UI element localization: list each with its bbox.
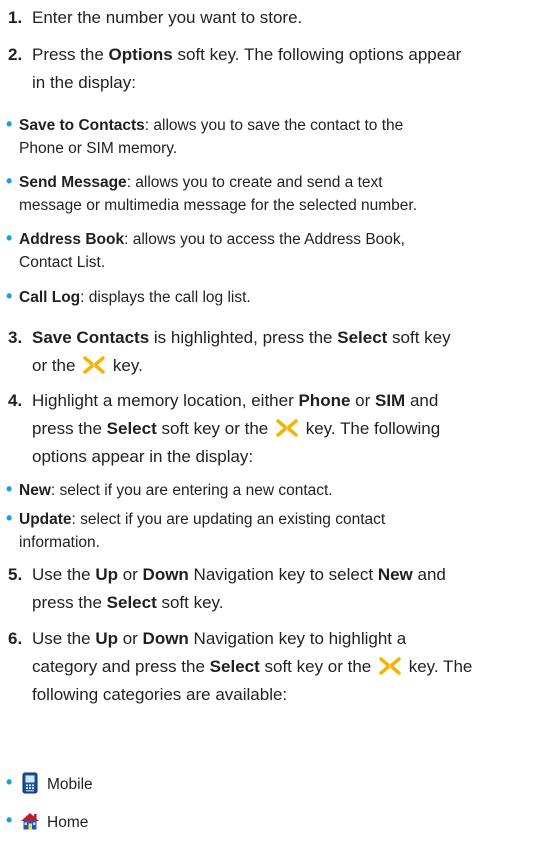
home-icon	[21, 813, 39, 830]
step-number: 4.	[8, 391, 23, 410]
step-number: 3.	[8, 328, 23, 347]
step-text: Enter the number you want to store.	[32, 8, 303, 27]
bullet-icon: •	[6, 508, 13, 528]
options-key-label: Options	[108, 45, 173, 64]
step-number: 6.	[8, 629, 23, 648]
mobile-phone-icon	[22, 772, 38, 794]
bullet-icon: •	[6, 114, 13, 134]
navigation-key-icon	[276, 419, 298, 437]
category-label: Mobile	[47, 776, 93, 793]
manual-page: 1. Enter the number you want to store. 2…	[0, 0, 539, 845]
step-text: Press the Options soft key. The followin…	[32, 45, 462, 92]
navigation-key-icon	[379, 657, 401, 675]
step-number: 5.	[8, 565, 23, 584]
bullet-icon: •	[6, 772, 13, 792]
step-text: Use the Up or Down Navigation key to sel…	[32, 565, 446, 612]
step-text: Highlight a memory location, either Phon…	[32, 391, 441, 466]
step-text: Save Contacts is highlighted, press the …	[32, 328, 451, 375]
bullet-icon: •	[6, 810, 13, 830]
bullet-icon: •	[6, 171, 13, 191]
step-text: Use the Up or Down Navigation key to hig…	[32, 629, 473, 704]
bullet-icon: •	[6, 479, 13, 499]
bullet-icon: •	[6, 286, 13, 306]
navigation-key-icon	[83, 356, 105, 374]
step-number: 1.	[8, 8, 23, 27]
bullet-icon: •	[6, 228, 13, 248]
step-number: 2.	[8, 45, 23, 64]
category-label: Home	[47, 814, 89, 831]
